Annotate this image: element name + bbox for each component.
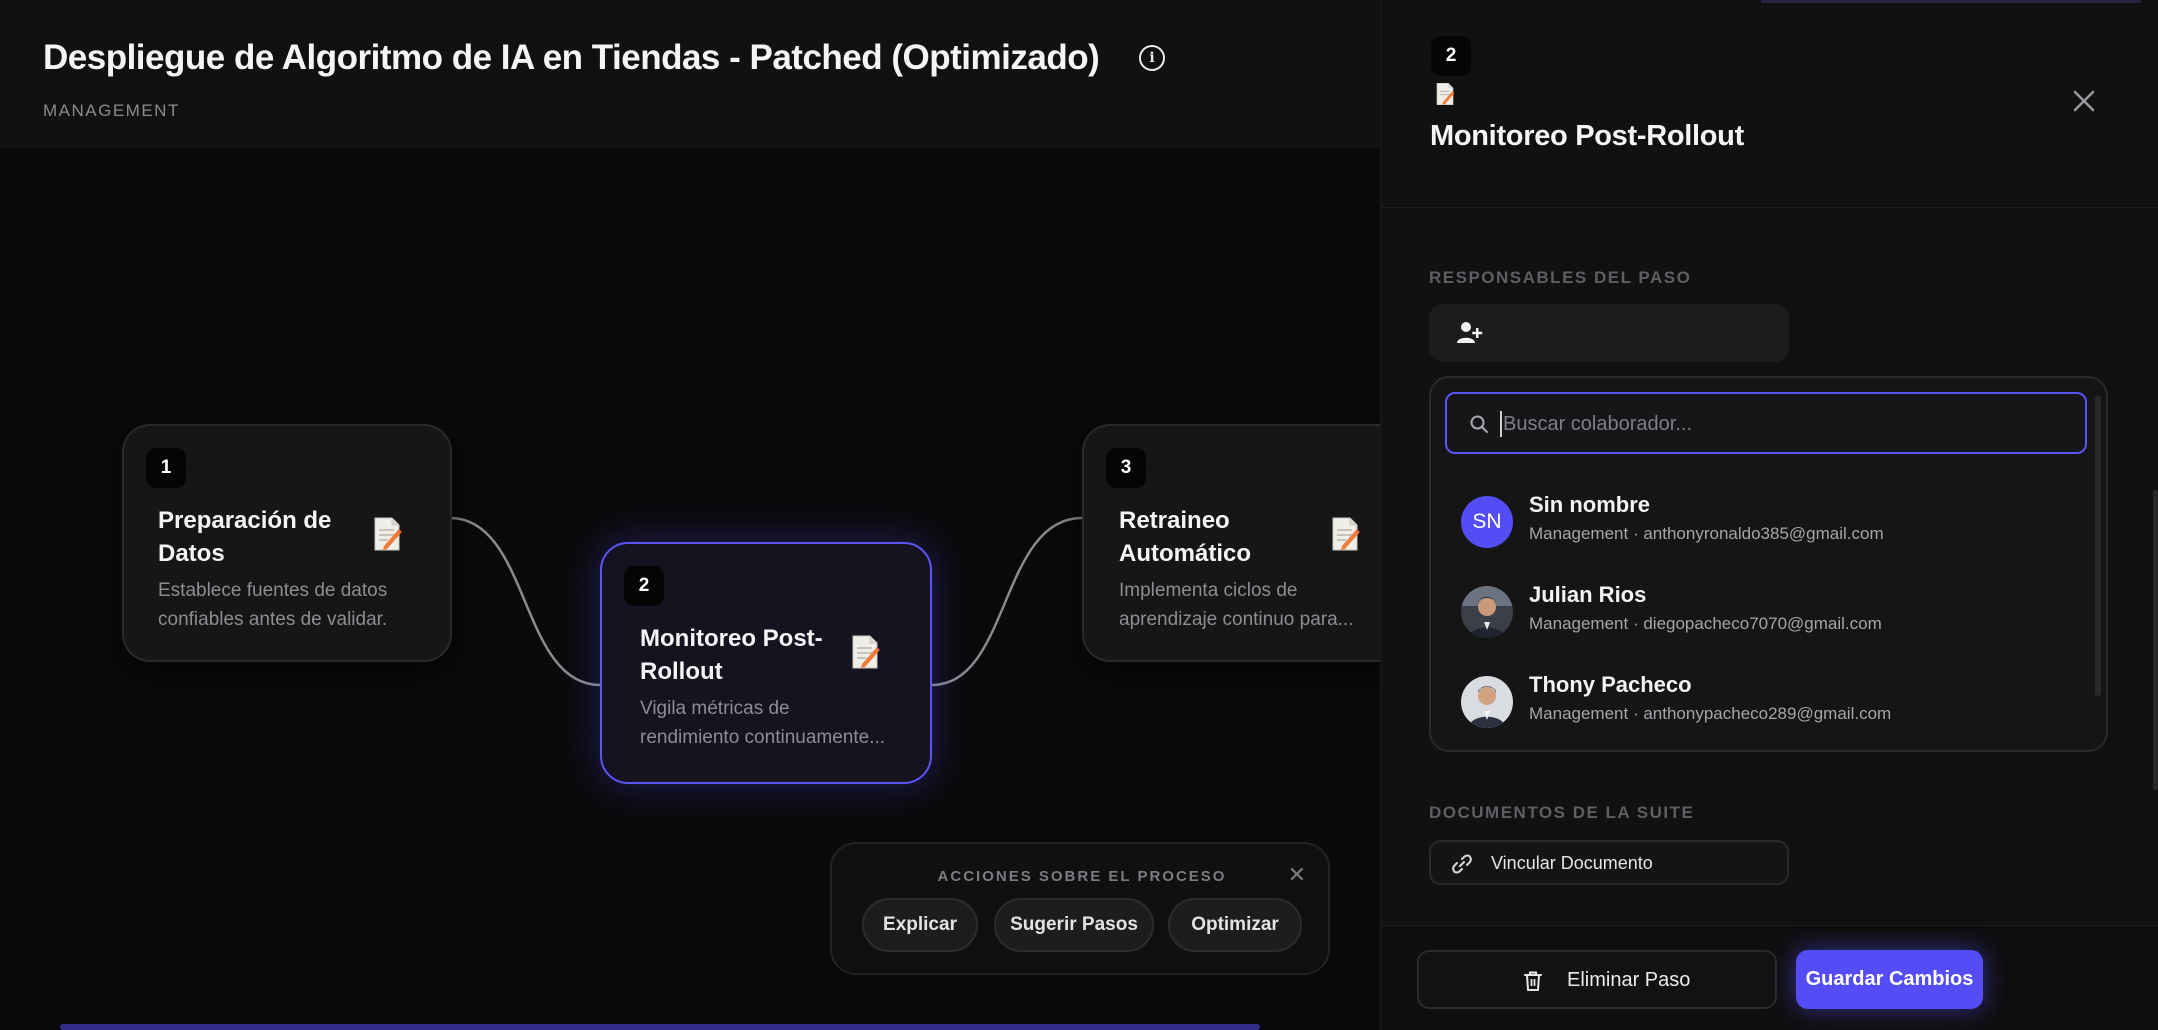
connector-2-3 (931, 516, 1083, 687)
node-number: 3 (1106, 448, 1146, 488)
panel-footer: Eliminar Paso Guardar Cambios (1381, 925, 2158, 1030)
text-caret (1500, 411, 1502, 437)
avatar: SN (1461, 496, 1513, 548)
document-edit-icon (374, 517, 402, 551)
node-title: Retraineo Automático (1119, 507, 1251, 567)
collaborator-search[interactable] (1445, 392, 2087, 454)
node-description: Establece fuentes de datos confiables an… (158, 580, 388, 630)
step-title: Monitoreo Post-Rollout (1430, 120, 1744, 152)
link-icon (1452, 854, 1472, 874)
actions-title: ACCIONES SOBRE EL PROCESO (937, 868, 1227, 885)
node-number: 2 (624, 566, 664, 606)
docs-section-label: DOCUMENTOS DE LA SUITE (1429, 803, 1695, 822)
avatar (1461, 586, 1513, 638)
document-edit-icon (852, 635, 880, 669)
link-document-label: Vincular Documento (1491, 853, 1653, 873)
panel-top-accent (1761, 0, 2141, 3)
node-title: Monitoreo Post-Rollout (640, 625, 823, 685)
search-input[interactable] (1503, 406, 2063, 442)
collaborator-meta: Management · anthonypacheco289@gmail.com (1529, 704, 1892, 723)
step-number-badge: 2 (1431, 36, 1471, 76)
dropdown-scrollbar[interactable] (2095, 396, 2101, 696)
add-owner-button[interactable] (1429, 304, 1789, 362)
collaborator-name: Sin nombre (1529, 492, 1651, 517)
node-number: 1 (146, 448, 186, 488)
panel-header: 2 Monitoreo Post-Rollout (1381, 0, 2158, 208)
collaborator-dropdown: SN Sin nombre Management · anthonyronald… (1429, 376, 2108, 752)
node-title: Preparación de Datos (158, 507, 332, 567)
link-document-button[interactable]: Vincular Documento (1429, 840, 1789, 885)
trash-icon (1524, 971, 1542, 991)
optimize-button[interactable]: Optimizar (1168, 898, 1302, 952)
document-edit-icon (1436, 83, 1455, 105)
process-node-3[interactable]: 3 Retraineo Automático Implementa ciclos… (1082, 424, 1380, 662)
close-icon[interactable]: ✕ (1288, 864, 1306, 886)
collaborator-option[interactable]: Julian Rios Management · diegopacheco707… (1461, 578, 2061, 650)
suggest-steps-button[interactable]: Sugerir Pasos (994, 898, 1154, 952)
avatar (1461, 676, 1513, 728)
delete-step-label: Eliminar Paso (1567, 969, 1691, 991)
collaborator-option[interactable]: SN Sin nombre Management · anthonyronald… (1461, 488, 2061, 560)
canvas-bottom-bar (60, 1024, 1260, 1030)
node-description: Vigila métricas de rendimiento continuam… (640, 698, 886, 748)
document-edit-icon (1332, 517, 1360, 551)
step-detail-panel: 2 Monitoreo Post-Rollout RESPONSABLES DE… (1380, 0, 2158, 1030)
close-icon[interactable] (2071, 88, 2097, 114)
collaborator-meta: Management · diegopacheco7070@gmail.com (1529, 614, 1882, 633)
collaborator-meta: Management · anthonyronaldo385@gmail.com (1529, 524, 1884, 543)
explain-button[interactable]: Explicar (862, 898, 978, 952)
panel-scrollbar[interactable] (2153, 490, 2158, 790)
process-actions-panel: ACCIONES SOBRE EL PROCESO ✕ Explicar Sug… (830, 842, 1330, 975)
process-node-1[interactable]: 1 Preparación de Datos Establece fuentes… (122, 424, 452, 662)
user-plus-icon (1457, 322, 1483, 343)
search-icon (1470, 415, 1488, 433)
collaborator-option[interactable]: Thony Pacheco Management · anthonypachec… (1461, 668, 2061, 740)
process-canvas: Despliegue de Algoritmo de IA en Tiendas… (0, 0, 1380, 1030)
collaborator-name: Julian Rios (1529, 582, 1647, 607)
collaborator-name: Thony Pacheco (1529, 672, 1692, 697)
owners-section-label: RESPONSABLES DEL PASO (1429, 268, 1692, 287)
save-changes-button[interactable]: Guardar Cambios (1796, 950, 1983, 1009)
process-node-2[interactable]: 2 Monitoreo Post-Rollout Vigila métricas… (600, 542, 932, 784)
connector-1-2 (449, 516, 601, 687)
node-description: Implementa ciclos de aprendizaje continu… (1119, 580, 1354, 630)
delete-step-button[interactable]: Eliminar Paso (1417, 950, 1777, 1009)
